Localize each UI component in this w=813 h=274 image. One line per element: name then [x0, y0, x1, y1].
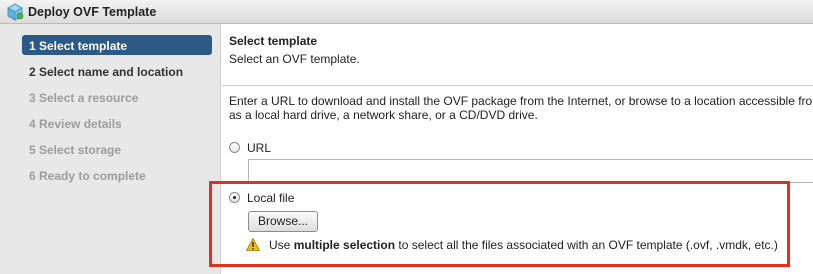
window-title: Deploy OVF Template	[28, 5, 157, 19]
url-radio-label[interactable]: URL	[247, 141, 271, 155]
header-divider	[222, 85, 813, 86]
step-select-storage: 5 Select storage	[29, 143, 122, 157]
multiple-selection-warning: Use multiple selection to select all the…	[246, 237, 806, 255]
step-select-a-resource: 3 Select a resource	[29, 91, 139, 105]
instructions-text: Enter a URL to download and install the …	[229, 94, 813, 122]
local-file-radio-label[interactable]: Local file	[247, 191, 294, 205]
page-subtitle: Select an OVF template.	[229, 52, 360, 66]
url-input[interactable]	[248, 159, 813, 183]
warning-text-suffix: to select all the files associated with …	[395, 238, 778, 252]
step-review-details: 4 Review details	[29, 117, 122, 131]
url-radio[interactable]	[229, 142, 240, 153]
local-file-radio[interactable]	[229, 192, 240, 203]
radio-selected-dot	[233, 196, 236, 199]
step-select-name-and-location[interactable]: 2 Select name and location	[22, 61, 212, 81]
warning-text-prefix: Use	[269, 238, 294, 252]
main-panel: Select template Select an OVF template. …	[222, 24, 813, 274]
warning-text-bold: multiple selection	[293, 238, 396, 252]
warning-text: Use multiple selection to select all the…	[269, 238, 778, 252]
title-bar: Deploy OVF Template	[0, 0, 813, 24]
step-ready-to-complete: 6 Ready to complete	[29, 169, 146, 183]
warning-icon	[246, 238, 260, 251]
ovf-package-icon	[7, 3, 24, 21]
page-title: Select template	[229, 34, 318, 48]
wizard-steps-sidebar: 1 Select template 2 Select name and loca…	[0, 24, 221, 274]
instructions-line-2: as a local hard drive, a network share, …	[229, 108, 538, 122]
step-select-template[interactable]: 1 Select template	[22, 35, 212, 55]
browse-button[interactable]: Browse...	[248, 211, 318, 232]
instructions-line-1: Enter a URL to download and install the …	[229, 94, 813, 108]
